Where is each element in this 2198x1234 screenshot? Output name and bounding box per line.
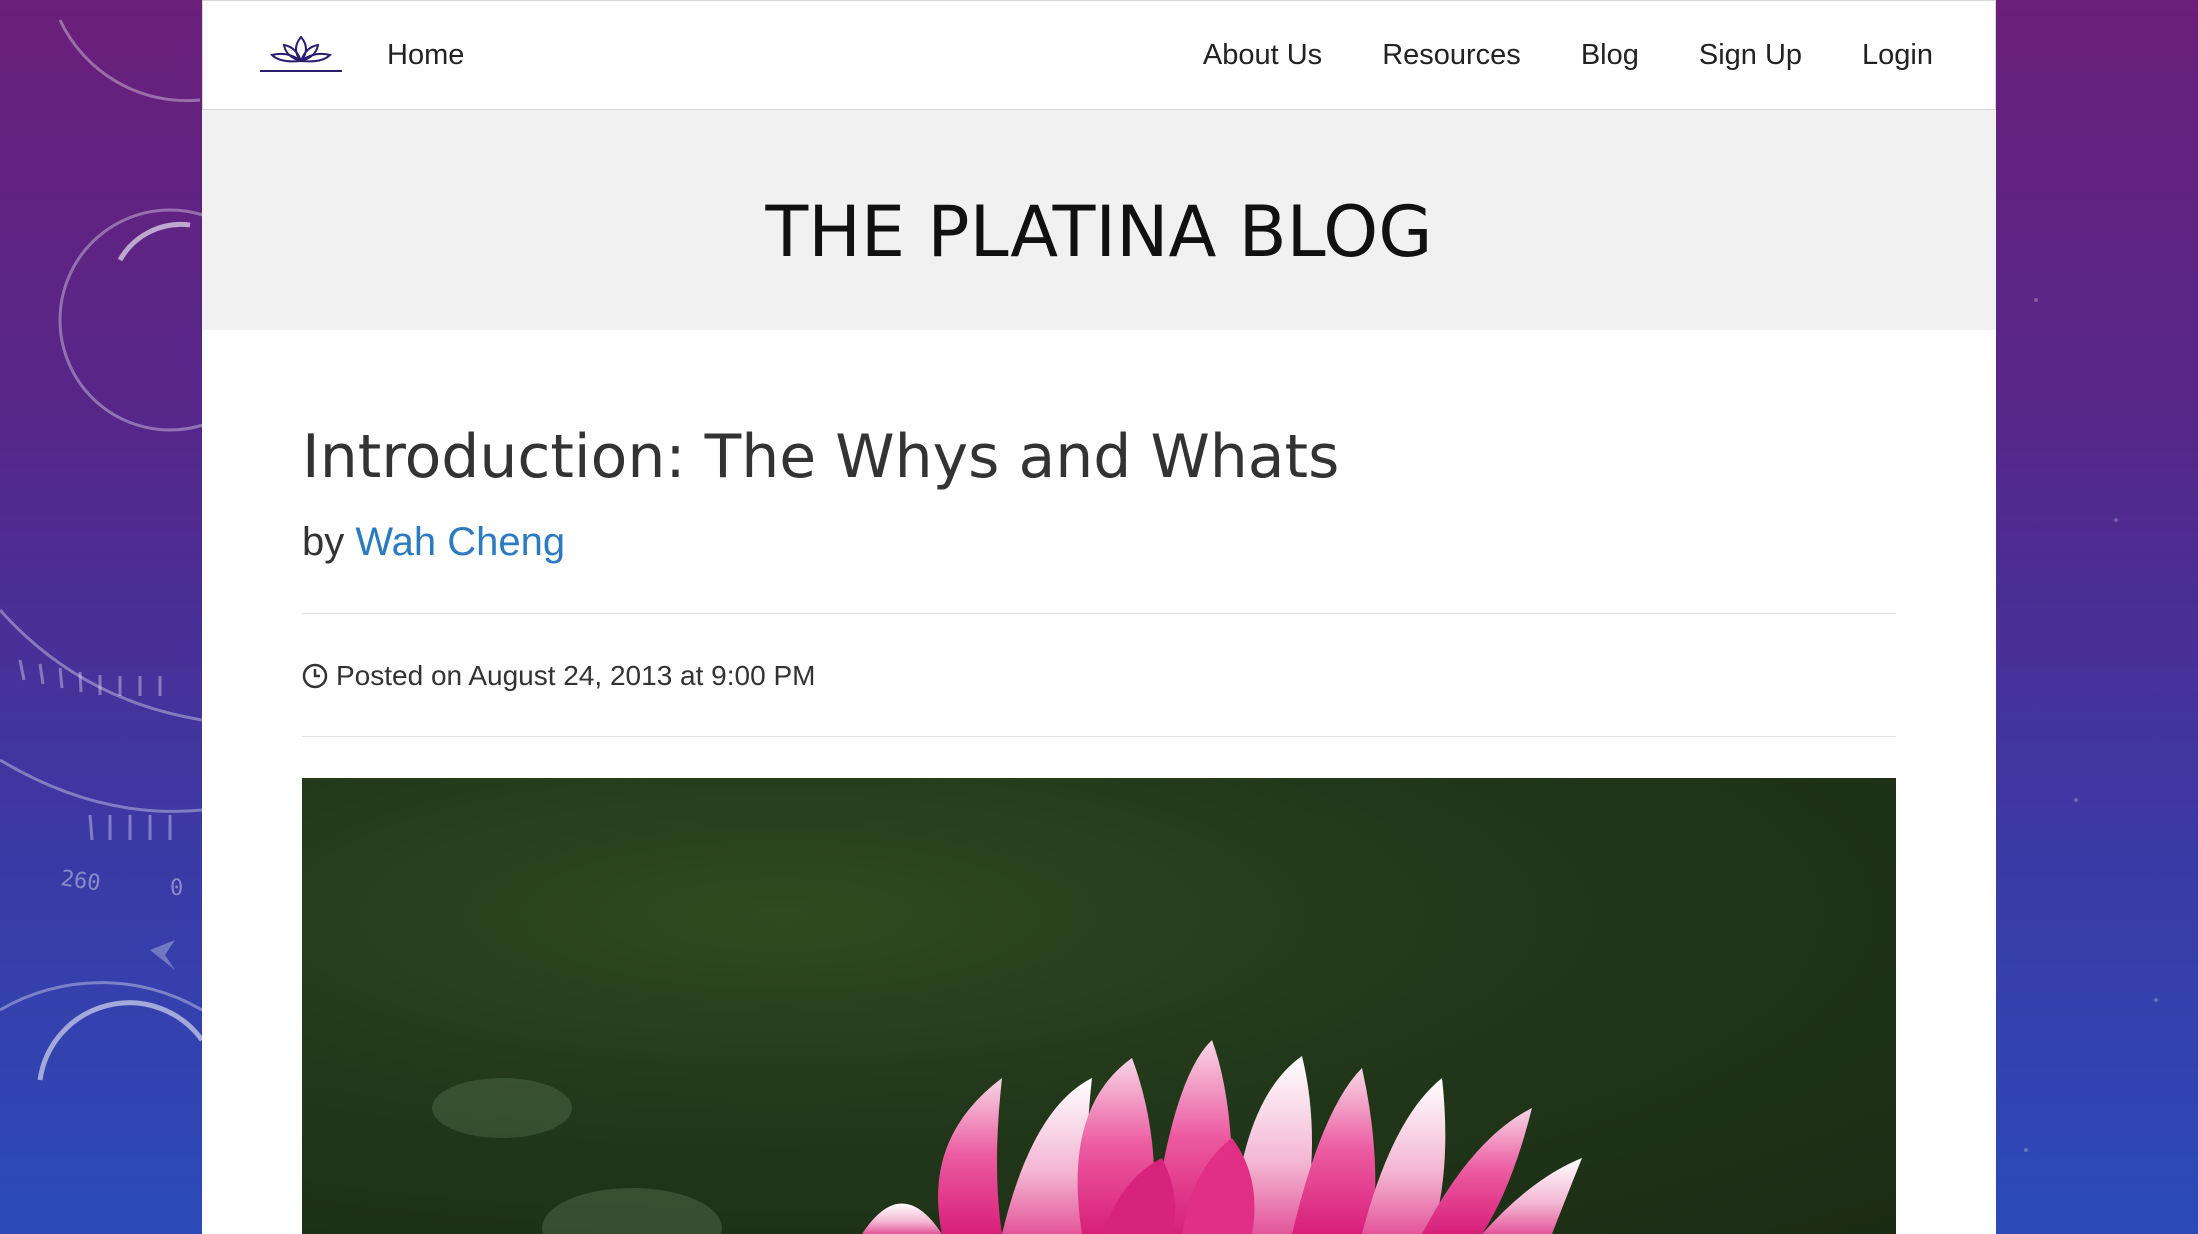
nav-resources-link[interactable]: Resources	[1382, 37, 1521, 73]
decor-label-260: 260	[59, 866, 102, 896]
nav-sign-up-link[interactable]: Sign Up	[1699, 37, 1802, 73]
post-meta: Posted on August 24, 2013 at 9:00 PM	[302, 660, 815, 692]
nav-login-link[interactable]: Login	[1862, 37, 1933, 73]
page-container: Home About Us Resources Blog Sign Up Log…	[202, 0, 1996, 1234]
divider	[302, 613, 1896, 614]
post-featured-image	[302, 778, 1896, 1234]
divider	[302, 736, 1896, 737]
blog-title: THE PLATINA BLOG	[765, 191, 1433, 273]
post-byline: by Wah Cheng	[302, 520, 565, 565]
top-navbar: Home About Us Resources Blog Sign Up Log…	[202, 0, 1996, 110]
background-decoration-left: 260 0	[0, 19, 202, 1081]
nav-home-link[interactable]: Home	[387, 37, 464, 73]
post-title: Introduction: The Whys and Whats	[302, 422, 1340, 492]
byline-prefix: by	[302, 520, 345, 564]
lotus-logo-icon[interactable]	[258, 31, 344, 79]
nav-about-us-link[interactable]: About Us	[1203, 37, 1322, 73]
blog-hero-banner: THE PLATINA BLOG	[202, 110, 1996, 330]
decor-label-0: 0	[170, 876, 183, 901]
post-date: Posted on August 24, 2013 at 9:00 PM	[336, 660, 816, 691]
nav-blog-link[interactable]: Blog	[1581, 37, 1639, 73]
lotus-flower-image	[432, 1040, 1582, 1234]
nav-links: About Us Resources Blog Sign Up Login	[1203, 37, 1933, 73]
author-link[interactable]: Wah Cheng	[355, 520, 565, 564]
background-decoration-right	[2024, 298, 2158, 1152]
clock-icon	[302, 663, 328, 689]
